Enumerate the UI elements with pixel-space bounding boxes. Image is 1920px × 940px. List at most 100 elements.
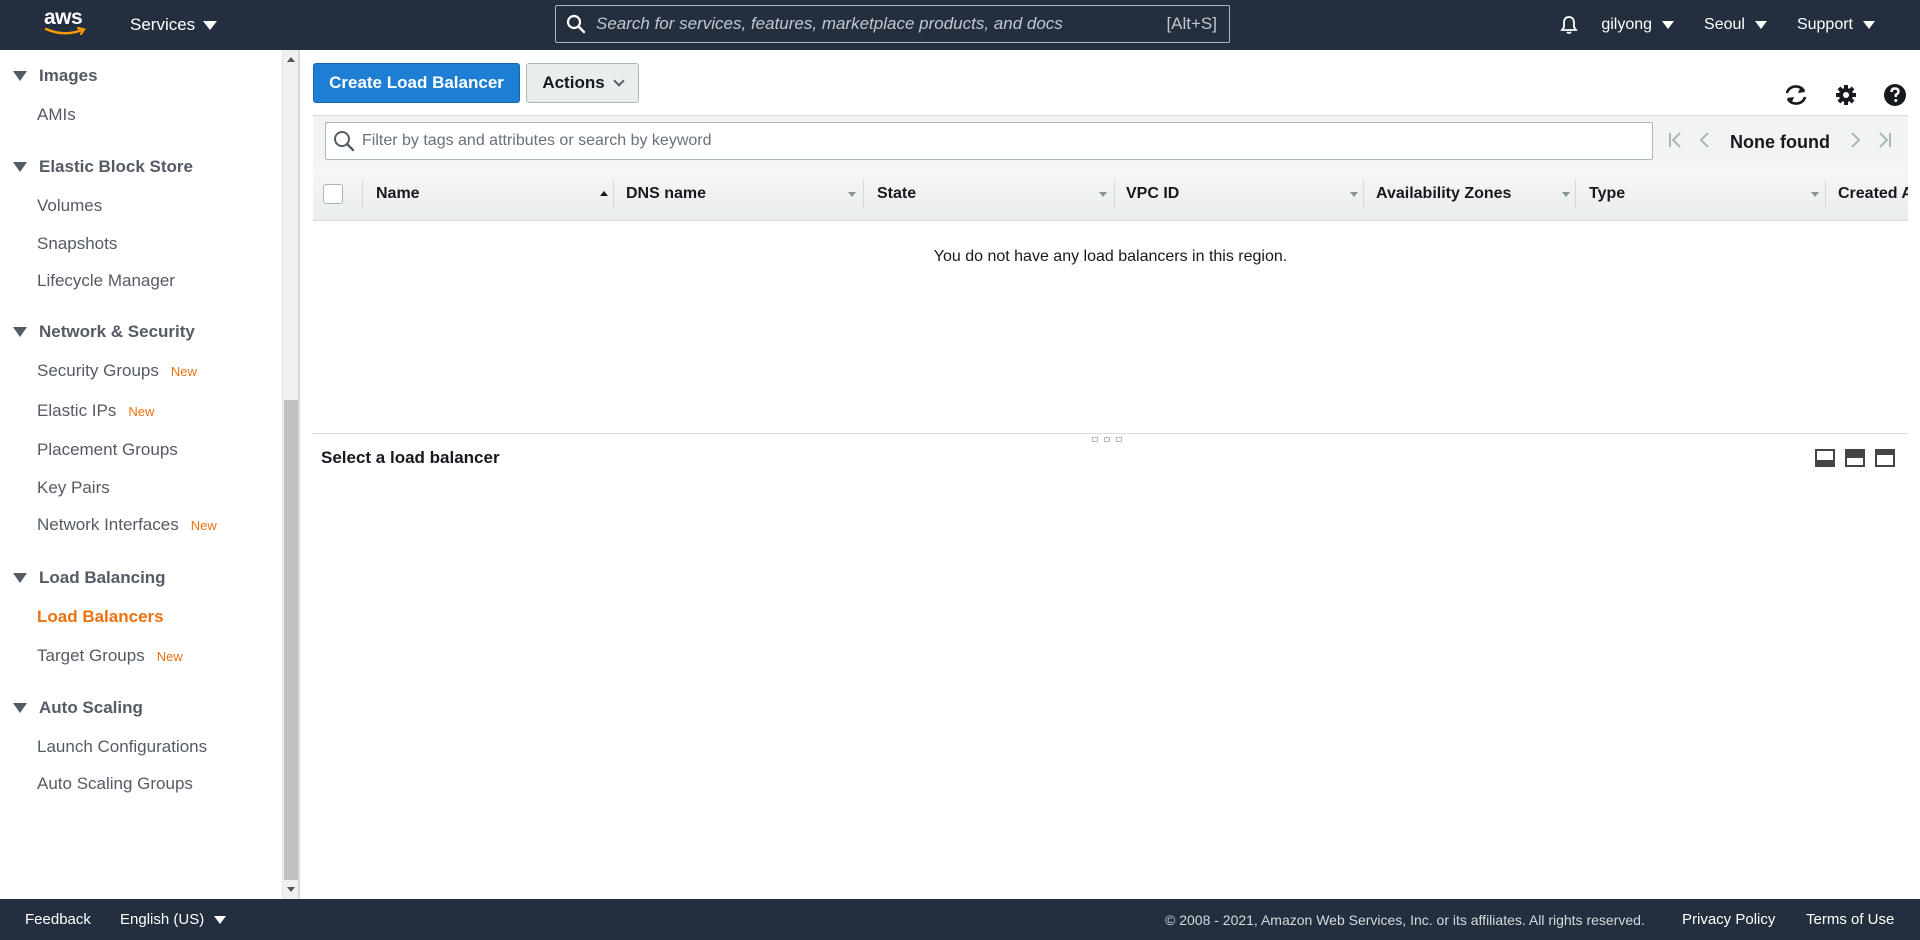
sidebar-item-security-groups[interactable]: Security Groups New <box>37 361 197 381</box>
column-header-label: Name <box>376 185 420 202</box>
collapse-triangle-icon <box>13 162 27 172</box>
previous-page-icon[interactable] <box>1698 131 1710 154</box>
collapse-triangle-icon <box>13 327 27 337</box>
sidebar-section-label: Elastic Block Store <box>39 157 194 176</box>
last-page-icon[interactable] <box>1878 131 1892 154</box>
sidebar-section-images[interactable]: Images <box>0 66 98 86</box>
sidebar-divider[interactable] <box>298 50 300 899</box>
region-label: Seoul <box>1704 16 1745 33</box>
column-header-type[interactable]: Type <box>1589 167 1826 220</box>
scroll-up-arrow-icon[interactable] <box>287 57 295 62</box>
column-divider[interactable] <box>1825 179 1826 209</box>
scroll-down-arrow-icon[interactable] <box>287 887 295 892</box>
details-pane-title: Select a load balancer <box>321 448 500 467</box>
pagination: None found <box>1668 116 1892 168</box>
column-header-label: VPC ID <box>1126 185 1180 202</box>
column-divider[interactable] <box>863 179 864 209</box>
sort-icon <box>1099 192 1107 197</box>
caret-down-icon <box>1662 21 1675 29</box>
column-header-label: State <box>877 185 917 202</box>
actions-label: Actions <box>542 73 605 92</box>
column-header-state[interactable]: State <box>877 167 1114 220</box>
account-username: gilyong <box>1601 16 1653 33</box>
caret-down-icon <box>214 915 227 924</box>
first-page-icon[interactable] <box>1668 131 1682 154</box>
sort-icon <box>848 192 856 197</box>
gear-icon[interactable] <box>1833 82 1859 108</box>
resize-grip-icon[interactable] <box>1092 437 1122 442</box>
column-divider[interactable] <box>1114 179 1115 209</box>
terms-of-use-link[interactable]: Terms of Use <box>1806 899 1894 940</box>
sort-icon <box>1562 192 1570 197</box>
collapse-triangle-icon <box>13 71 27 81</box>
search-shortcut-hint: [Alt+S] <box>1166 14 1217 33</box>
select-all-checkbox[interactable] <box>323 184 343 204</box>
pane-layout-split-icon[interactable] <box>1845 449 1865 467</box>
sidebar-item-label: Network Interfaces <box>37 515 179 534</box>
notifications-button[interactable] <box>1559 15 1579 35</box>
column-divider[interactable] <box>1575 179 1576 209</box>
column-header-dns-name[interactable]: DNS name <box>626 167 863 220</box>
column-divider[interactable] <box>1363 179 1364 209</box>
actions-dropdown-button[interactable]: Actions <box>526 63 639 103</box>
column-header-name[interactable]: Name <box>376 167 613 220</box>
global-search-input[interactable] <box>596 6 1167 42</box>
sidebar-item-elastic-ips[interactable]: Elastic IPs New <box>37 401 154 421</box>
column-header-availability-zones[interactable]: Availability Zones <box>1376 167 1575 220</box>
services-menu[interactable]: Services <box>130 0 218 50</box>
language-selector[interactable]: English (US) <box>120 899 227 940</box>
scrollbar-thumb[interactable] <box>284 400 298 880</box>
sidebar-item-volumes[interactable]: Volumes <box>37 196 102 216</box>
sidebar-item-auto-scaling-groups[interactable]: Auto Scaling Groups <box>37 774 193 794</box>
sidebar-item-network-interfaces[interactable]: Network Interfaces New <box>37 515 217 535</box>
sidebar-item-snapshots[interactable]: Snapshots <box>37 234 117 254</box>
feedback-link[interactable]: Feedback <box>25 899 91 940</box>
filter-input[interactable] <box>362 132 1652 150</box>
sidebar-section-load-balancing[interactable]: Load Balancing <box>0 568 166 588</box>
pagination-status: None found <box>1730 131 1830 152</box>
column-divider[interactable] <box>613 179 614 209</box>
help-icon[interactable] <box>1882 82 1908 108</box>
new-badge: New <box>190 517 217 533</box>
aws-logo[interactable]: aws <box>44 6 92 42</box>
sidebar-item-load-balancers[interactable]: Load Balancers <box>37 607 164 627</box>
next-page-icon[interactable] <box>1850 131 1862 154</box>
pane-layout-bottom-icon[interactable] <box>1815 449 1835 467</box>
sidebar-item-amis[interactable]: AMIs <box>37 105 76 125</box>
column-header-vpc-id[interactable]: VPC ID <box>1126 167 1363 220</box>
sidebar-item-label: Auto Scaling Groups <box>37 774 193 793</box>
search-icon <box>556 6 596 42</box>
pane-splitter[interactable] <box>313 433 1908 434</box>
sidebar-section-label: Auto Scaling <box>39 698 143 717</box>
sort-icon <box>1811 192 1819 197</box>
sidebar-section-label: Images <box>39 66 98 85</box>
sidebar-section-auto-scaling[interactable]: Auto Scaling <box>0 698 143 718</box>
sidebar-section-elastic-block-store[interactable]: Elastic Block Store <box>0 157 193 177</box>
sidebar-item-label: Placement Groups <box>37 440 178 459</box>
sidebar-scrollbar[interactable] <box>282 50 298 899</box>
sidebar-item-target-groups[interactable]: Target Groups New <box>37 646 183 666</box>
sidebar-item-label: Snapshots <box>37 234 118 253</box>
privacy-policy-link[interactable]: Privacy Policy <box>1682 899 1775 940</box>
region-menu[interactable]: Seoul <box>1704 16 1767 34</box>
collapse-triangle-icon <box>13 703 27 713</box>
sidebar-item-launch-configurations[interactable]: Launch Configurations <box>37 737 207 757</box>
sidebar-item-lifecycle-manager[interactable]: Lifecycle Manager <box>37 271 175 291</box>
aws-logo-text: aws <box>44 6 83 29</box>
collapse-triangle-icon <box>13 573 27 583</box>
bell-icon <box>1560 16 1579 34</box>
account-menu[interactable]: gilyong <box>1601 16 1675 34</box>
pane-layout-top-icon[interactable] <box>1875 449 1895 467</box>
sidebar-item-key-pairs[interactable]: Key Pairs <box>37 478 110 498</box>
sidebar-section-network-security[interactable]: Network & Security <box>0 322 195 342</box>
global-search[interactable]: [Alt+S] <box>555 5 1230 43</box>
filter-search[interactable] <box>325 122 1653 160</box>
sidebar-item-label: Launch Configurations <box>37 737 208 756</box>
column-header-created-at[interactable]: Created A <box>1838 167 1908 220</box>
support-menu[interactable]: Support <box>1797 16 1875 34</box>
column-header-label: Created A <box>1838 185 1908 202</box>
create-load-balancer-button[interactable]: Create Load Balancer <box>313 63 520 103</box>
refresh-icon[interactable] <box>1783 82 1809 108</box>
services-label: Services <box>130 15 196 34</box>
sidebar-item-placement-groups[interactable]: Placement Groups <box>37 440 178 460</box>
